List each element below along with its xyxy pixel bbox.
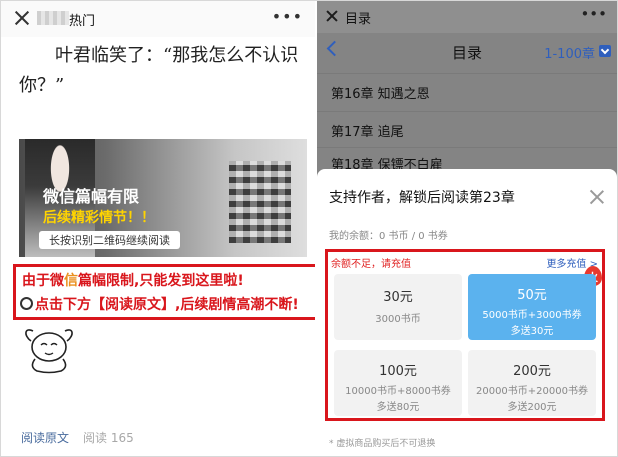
insufficient-balance-text: 余额不足，请充值 bbox=[331, 259, 411, 270]
article-panel: 热门 ••• 叶君临笑了：“那我怎么不认识你？” 微信篇幅有限 后续精彩情节！！… bbox=[1, 1, 315, 456]
promo-banner[interactable]: 微信篇幅有限 后续精彩情节！！ 长按识别二维码继续阅读 bbox=[19, 139, 307, 257]
read-count: 阅读 165 bbox=[83, 431, 134, 445]
option-desc: 5000书币+3000书券 bbox=[482, 310, 582, 321]
option-price: 50元 bbox=[517, 288, 547, 303]
option-price: 30元 bbox=[383, 290, 413, 305]
promo-line-2: 后续精彩情节！！ bbox=[43, 210, 155, 226]
chapter-item[interactable]: 第17章 追尾 bbox=[331, 121, 404, 140]
recharge-options: 余额不足，请充值 更多充值 > 30元 3000书币 50元 5000书币+30… bbox=[325, 249, 605, 421]
catalog-panel: 目录 ••• 目录 1-100章 第16章 知遇之恩 第17章 追尾 第18章 … bbox=[317, 1, 617, 456]
read-original-notice: 由于微信篇幅限制,只能发到这里啦! 点击下方【阅读原文】,后续剧情高潮不断! bbox=[13, 264, 315, 320]
option-price: 100元 bbox=[379, 364, 417, 379]
notice-line-1-highlight: 信 bbox=[64, 273, 78, 289]
option-desc: 10000书币+8000书券 bbox=[345, 386, 451, 397]
option-bonus: 多送200元 bbox=[507, 402, 557, 413]
unlock-title: 支持作者，解锁后阅读第23章 bbox=[329, 190, 515, 206]
blurred-account-name bbox=[37, 11, 69, 25]
divider bbox=[317, 73, 617, 74]
article-topbar: 热门 ••• bbox=[1, 1, 315, 37]
option-desc: 20000书币+20000书券 bbox=[475, 386, 588, 397]
option-desc: 3000书币 bbox=[375, 314, 421, 325]
notice-line-2-text: 点击下方【阅读原文】,后续剧情高潮不断! bbox=[35, 297, 299, 313]
option-bonus: 多送80元 bbox=[376, 402, 420, 413]
promo-line-3: 长按识别二维码继续阅读 bbox=[39, 231, 180, 249]
unlock-sheet: 支持作者，解锁后阅读第23章 我的余额：0 书币 / 0 书券 余额不足，请充值… bbox=[317, 169, 617, 456]
more-dots-icon[interactable]: ••• bbox=[580, 5, 607, 23]
catalog-nav: 目录 1-100章 bbox=[317, 33, 617, 73]
non-refundable-note: * 虚拟商品购买后不可退换 bbox=[329, 439, 436, 449]
ring-icon bbox=[20, 297, 33, 310]
catalog-topbar: 目录 ••• bbox=[317, 1, 617, 33]
notice-line-1-a: 由于微 bbox=[22, 273, 64, 289]
close-icon[interactable] bbox=[325, 9, 339, 23]
recharge-option-50[interactable]: 50元 5000书币+3000书券 多送30元 bbox=[468, 274, 596, 340]
chapter-range-selector[interactable]: 1-100章 bbox=[544, 43, 595, 62]
article-text: 叶君临笑了：“那我怎么不认识你？” bbox=[19, 45, 299, 96]
promo-line-1: 微信篇幅有限 bbox=[43, 187, 140, 206]
catalog-topbar-title: 目录 bbox=[345, 12, 372, 27]
divider bbox=[317, 147, 617, 148]
recharge-option-30[interactable]: 30元 3000书币 bbox=[334, 274, 462, 340]
more-dots-icon[interactable]: ••• bbox=[272, 7, 303, 26]
close-icon[interactable] bbox=[589, 189, 605, 205]
close-icon[interactable] bbox=[13, 9, 31, 27]
chapter-item[interactable]: 第16章 知遇之恩 bbox=[331, 83, 430, 102]
goat-sticker-icon bbox=[25, 329, 73, 374]
article-topbar-title: 热门 bbox=[69, 14, 96, 29]
option-bonus: 多送30元 bbox=[510, 326, 554, 337]
balance-text: 我的余额：0 书币 / 0 书券 bbox=[329, 231, 448, 242]
divider bbox=[317, 111, 617, 112]
read-original-link[interactable]: 阅读原文 bbox=[21, 429, 69, 446]
notice-line-1: 由于微信篇幅限制,只能发到这里啦! bbox=[22, 270, 244, 290]
notice-line-1-b: 篇幅限制,只能发到这里啦! bbox=[78, 273, 244, 289]
recharge-option-200[interactable]: 200元 20000书币+20000书券 多送200元 bbox=[468, 350, 596, 416]
option-price: 200元 bbox=[513, 364, 551, 379]
dropdown-icon[interactable] bbox=[599, 45, 611, 57]
notice-line-2: 点击下方【阅读原文】,后续剧情高潮不断! bbox=[20, 294, 299, 314]
recharge-option-100[interactable]: 100元 10000书币+8000书券 多送80元 bbox=[334, 350, 462, 416]
blurred-qr-code[interactable] bbox=[229, 161, 291, 243]
